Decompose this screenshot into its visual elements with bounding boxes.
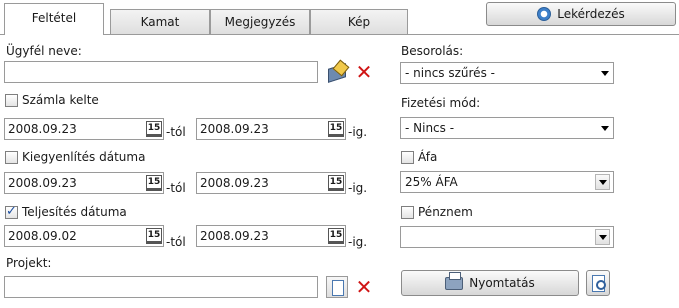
- from-suffix: -tól: [166, 235, 186, 249]
- calendar-icon[interactable]: 15: [326, 120, 346, 138]
- currency-label: Pénznem: [418, 205, 473, 219]
- payment-method-value: - Nincs -: [405, 121, 455, 135]
- calendar-icon[interactable]: 15: [144, 227, 164, 245]
- vat-value: 25% ÁFA: [405, 175, 458, 189]
- tab-megjegyzes[interactable]: Megjegyzés: [210, 9, 310, 35]
- currency-select[interactable]: [400, 226, 614, 248]
- calendar-icon[interactable]: 15: [144, 120, 164, 138]
- performance-date-label: Teljesítés dátuma: [22, 205, 127, 219]
- print-button[interactable]: Nyomtatás: [401, 270, 579, 296]
- tab-bar: Feltétel Kamat Megjegyzés Kép Lekérdezés: [0, 0, 679, 35]
- query-button-label: Lekérdezés: [557, 7, 625, 21]
- client-name-input[interactable]: [4, 61, 318, 83]
- invoice-date-to-input[interactable]: 2008.09.23: [196, 118, 346, 140]
- invoice-date-checkbox-row[interactable]: Számla kelte: [5, 91, 99, 109]
- settlement-date-checkbox[interactable]: [5, 150, 18, 164]
- chevron-down-icon: [595, 229, 610, 245]
- to-suffix: -ig.: [348, 235, 368, 249]
- clear-project-icon[interactable]: ✕: [353, 276, 375, 298]
- vat-select[interactable]: 25% ÁFA: [400, 171, 614, 193]
- print-preview-icon[interactable]: [586, 270, 610, 296]
- chevron-down-icon: [601, 126, 609, 131]
- to-suffix: -ig.: [348, 181, 368, 195]
- performance-date-to-input[interactable]: 2008.09.23: [196, 225, 346, 247]
- to-suffix: -ig.: [348, 125, 368, 139]
- calendar-icon[interactable]: 15: [144, 174, 164, 192]
- chevron-down-icon: [595, 174, 610, 190]
- performance-date-from-input[interactable]: 2008.09.02: [4, 225, 164, 247]
- from-suffix: -tól: [166, 181, 186, 195]
- client-name-label: Ügyfél neve:: [6, 44, 82, 58]
- vat-checkbox-row[interactable]: Áfa: [401, 148, 437, 166]
- classification-value: - nincs szűrés -: [405, 66, 495, 80]
- tab-kamat[interactable]: Kamat: [110, 9, 210, 35]
- clear-client-icon[interactable]: ✕: [353, 61, 375, 83]
- project-input[interactable]: [4, 276, 318, 298]
- lookup-icon[interactable]: [326, 61, 348, 83]
- classification-select[interactable]: - nincs szűrés -: [400, 62, 614, 84]
- performance-date-checkbox[interactable]: [5, 204, 18, 219]
- printer-icon: [445, 271, 464, 290]
- print-button-label: Nyomtatás: [469, 276, 535, 290]
- invoice-date-from-input[interactable]: 2008.09.23: [4, 118, 164, 140]
- tab-feltetel[interactable]: Feltétel: [4, 3, 104, 35]
- vat-checkbox[interactable]: [401, 150, 414, 164]
- from-suffix: -tól: [166, 125, 186, 139]
- query-button[interactable]: Lekérdezés: [486, 2, 676, 26]
- settlement-date-checkbox-row[interactable]: Kiegyenlítés dátuma: [5, 148, 145, 166]
- performance-date-checkbox-row[interactable]: Teljesítés dátuma: [5, 203, 127, 221]
- currency-checkbox[interactable]: [401, 205, 414, 219]
- currency-checkbox-row[interactable]: Pénznem: [401, 203, 473, 221]
- tab-kep[interactable]: Kép: [310, 9, 408, 35]
- project-label: Projekt:: [6, 256, 52, 270]
- settlement-date-from-input[interactable]: 2008.09.23: [4, 172, 164, 194]
- payment-method-select[interactable]: - Nincs -: [400, 117, 614, 139]
- payment-method-label: Fizetési mód:: [401, 96, 481, 110]
- calendar-icon[interactable]: 15: [326, 174, 346, 192]
- classification-label: Besorolás:: [401, 44, 464, 58]
- invoice-date-label: Számla kelte: [22, 93, 99, 107]
- settlement-date-label: Kiegyenlítés dátuma: [22, 150, 146, 164]
- document-icon[interactable]: [326, 276, 348, 298]
- calendar-icon[interactable]: 15: [326, 227, 346, 245]
- invoice-date-checkbox[interactable]: [5, 93, 18, 107]
- gear-icon: [537, 7, 552, 21]
- settlement-date-to-input[interactable]: 2008.09.23: [196, 172, 346, 194]
- vat-label: Áfa: [418, 150, 438, 164]
- chevron-down-icon: [601, 71, 609, 76]
